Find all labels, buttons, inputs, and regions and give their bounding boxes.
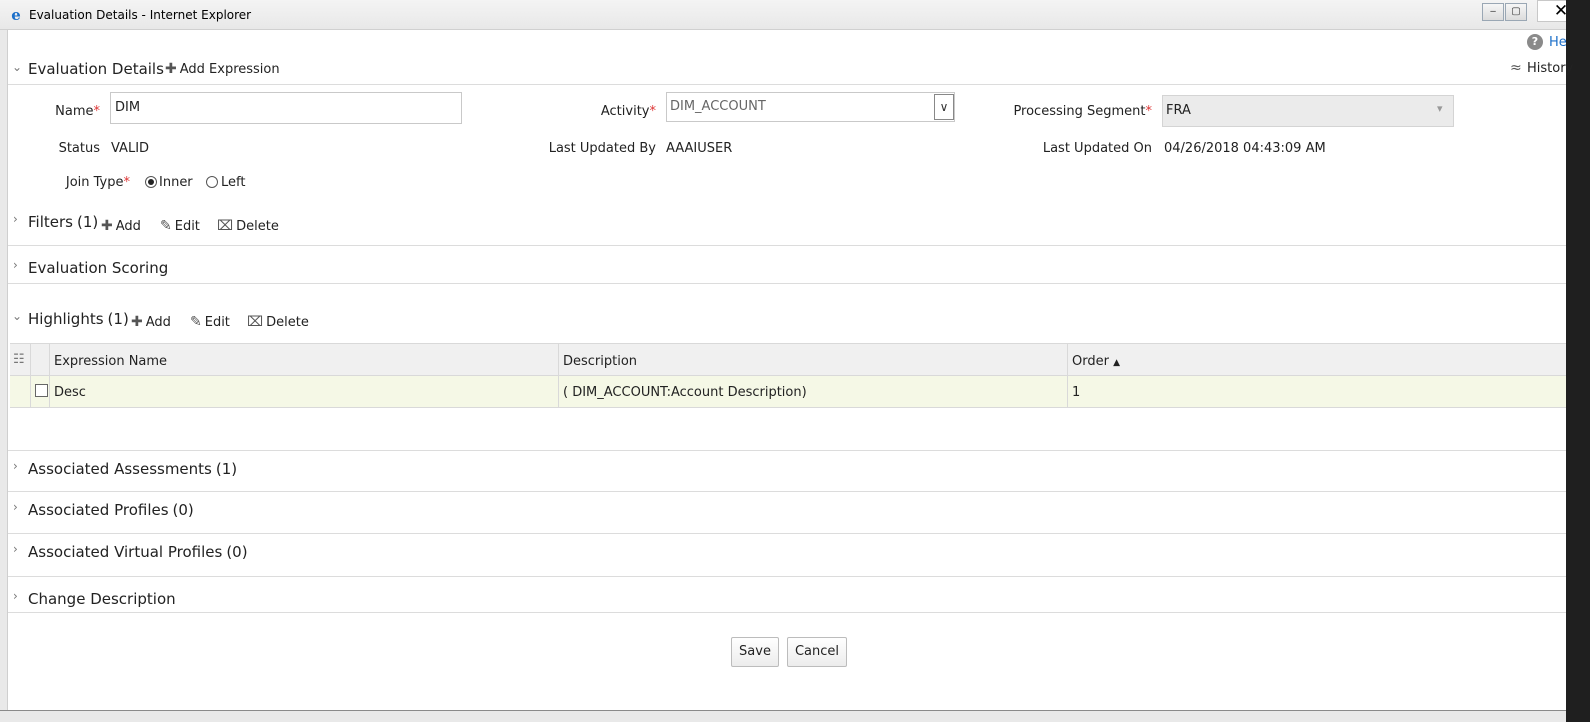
divider <box>8 283 1566 284</box>
add-expression-button[interactable]: ✚ Add Expression <box>165 61 280 77</box>
column-separator <box>30 344 31 375</box>
divider <box>8 491 1566 492</box>
save-button[interactable]: Save <box>731 637 779 667</box>
column-separator <box>1067 344 1068 375</box>
processing-segment-label: Processing Segment* <box>1013 104 1152 119</box>
name-input[interactable]: DIM <box>110 92 462 124</box>
section-title-change-description[interactable]: Change Description <box>28 590 176 608</box>
plus-icon: ✚ <box>131 314 143 330</box>
section-title-evaluation-scoring[interactable]: Evaluation Scoring <box>28 259 168 277</box>
help-link[interactable]: He <box>1549 35 1567 50</box>
column-separator <box>558 376 559 407</box>
minimize-button[interactable]: ‒ <box>1482 3 1504 21</box>
cell-description: ( DIM_ACCOUNT:Account Description) <box>563 385 807 400</box>
processing-segment-select: FRA <box>1162 95 1454 127</box>
chevron-down-icon[interactable]: ⌄ <box>12 60 22 74</box>
sort-ascending-icon: ▲ <box>1113 358 1121 368</box>
chevron-right-icon[interactable]: › <box>13 212 18 226</box>
column-separator <box>49 344 50 375</box>
join-inner-radio[interactable] <box>145 176 157 188</box>
activity-selected-value: DIM_ACCOUNT <box>670 99 766 114</box>
window-frame-bottom <box>0 710 1566 722</box>
status-value: VALID <box>111 141 150 156</box>
column-header-order[interactable]: Order ▲ <box>1072 354 1120 369</box>
column-separator <box>49 376 50 407</box>
trash-icon: ⌧ <box>217 218 234 234</box>
window-title-bar: e Evaluation Details - Internet Explorer… <box>0 0 1590 30</box>
chevron-right-icon[interactable]: › <box>13 589 18 603</box>
plus-icon: ✚ <box>165 61 177 77</box>
filters-edit-button[interactable]: ✎ Edit <box>160 218 200 234</box>
divider <box>8 533 1566 534</box>
chevron-right-icon[interactable]: › <box>13 542 18 556</box>
divider <box>8 612 1566 613</box>
help-icon[interactable]: ? <box>1527 34 1543 50</box>
filters-delete-button[interactable]: ⌧ Delete <box>217 218 279 234</box>
section-title-associated-assessments[interactable]: Associated Assessments (1) <box>28 460 237 478</box>
row-checkbox[interactable] <box>35 384 48 397</box>
join-type-label: Join Type* <box>65 175 130 190</box>
divider <box>8 84 1566 85</box>
highlights-add-button[interactable]: ✚ Add <box>131 314 171 330</box>
plus-icon: ✚ <box>101 218 113 234</box>
cell-order: 1 <box>1072 385 1081 400</box>
section-title-associated-virtual-profiles[interactable]: Associated Virtual Profiles (0) <box>28 543 248 561</box>
divider <box>8 245 1566 246</box>
last-updated-by-label: Last Updated By <box>548 141 656 156</box>
filters-add-button[interactable]: ✚ Add <box>101 218 141 234</box>
status-label: Status <box>58 141 100 156</box>
maximize-button[interactable]: ▢ <box>1505 3 1527 21</box>
window-title: Evaluation Details - Internet Explorer <box>29 8 252 22</box>
activity-dropdown-arrow-icon[interactable]: ∨ <box>934 94 954 120</box>
activity-select[interactable]: DIM_ACCOUNT <box>666 92 955 122</box>
cell-expression-name: Desc <box>54 385 86 400</box>
edit-icon: ✎ <box>190 314 202 330</box>
chevron-right-icon[interactable]: › <box>13 258 18 272</box>
edit-icon: ✎ <box>160 218 172 234</box>
join-left-label[interactable]: Left <box>221 175 245 190</box>
window-frame-left <box>0 30 8 722</box>
section-title-evaluation-details[interactable]: Evaluation Details <box>28 60 164 78</box>
section-title-highlights[interactable]: Highlights (1) <box>28 310 129 328</box>
history-link[interactable]: History <box>1527 61 1573 76</box>
column-header-description[interactable]: Description <box>563 354 637 369</box>
chevron-right-icon[interactable]: › <box>13 459 18 473</box>
tree-icon[interactable]: ☷ <box>13 352 25 367</box>
column-separator <box>30 376 31 407</box>
divider <box>8 576 1566 577</box>
highlights-grid-header: ☷ Expression Name Description Order ▲ <box>10 343 1566 376</box>
highlights-edit-button[interactable]: ✎ Edit <box>190 314 230 330</box>
trash-icon: ⌧ <box>247 314 264 330</box>
column-separator <box>1067 376 1068 407</box>
chevron-down-icon[interactable]: ⌄ <box>12 309 22 323</box>
table-row[interactable]: Desc ( DIM_ACCOUNT:Account Description) … <box>10 376 1566 408</box>
history-icon[interactable]: ≈ <box>1510 60 1522 76</box>
activity-label: Activity* <box>600 104 656 119</box>
cancel-button[interactable]: Cancel <box>787 637 847 667</box>
processing-segment-value: FRA <box>1166 103 1191 118</box>
last-updated-on-label: Last Updated On <box>1042 141 1152 156</box>
name-label: Name* <box>55 104 100 119</box>
chevron-right-icon[interactable]: › <box>13 500 18 514</box>
last-updated-on-value: 04/26/2018 04:43:09 AM <box>1164 141 1326 156</box>
add-expression-label: Add Expression <box>179 62 280 77</box>
join-left-radio[interactable] <box>206 176 218 188</box>
internet-explorer-icon: e <box>11 6 21 24</box>
column-separator <box>558 344 559 375</box>
column-header-expression-name[interactable]: Expression Name <box>54 354 167 369</box>
window-frame-right <box>1566 0 1590 722</box>
section-title-associated-profiles[interactable]: Associated Profiles (0) <box>28 501 194 519</box>
last-updated-by-value: AAAIUSER <box>666 141 733 156</box>
join-inner-label[interactable]: Inner <box>159 175 193 190</box>
section-title-filters[interactable]: Filters (1) <box>28 213 98 231</box>
processing-segment-arrow-icon: ▾ <box>1437 102 1443 115</box>
highlights-delete-button[interactable]: ⌧ Delete <box>247 314 309 330</box>
divider <box>8 450 1566 451</box>
